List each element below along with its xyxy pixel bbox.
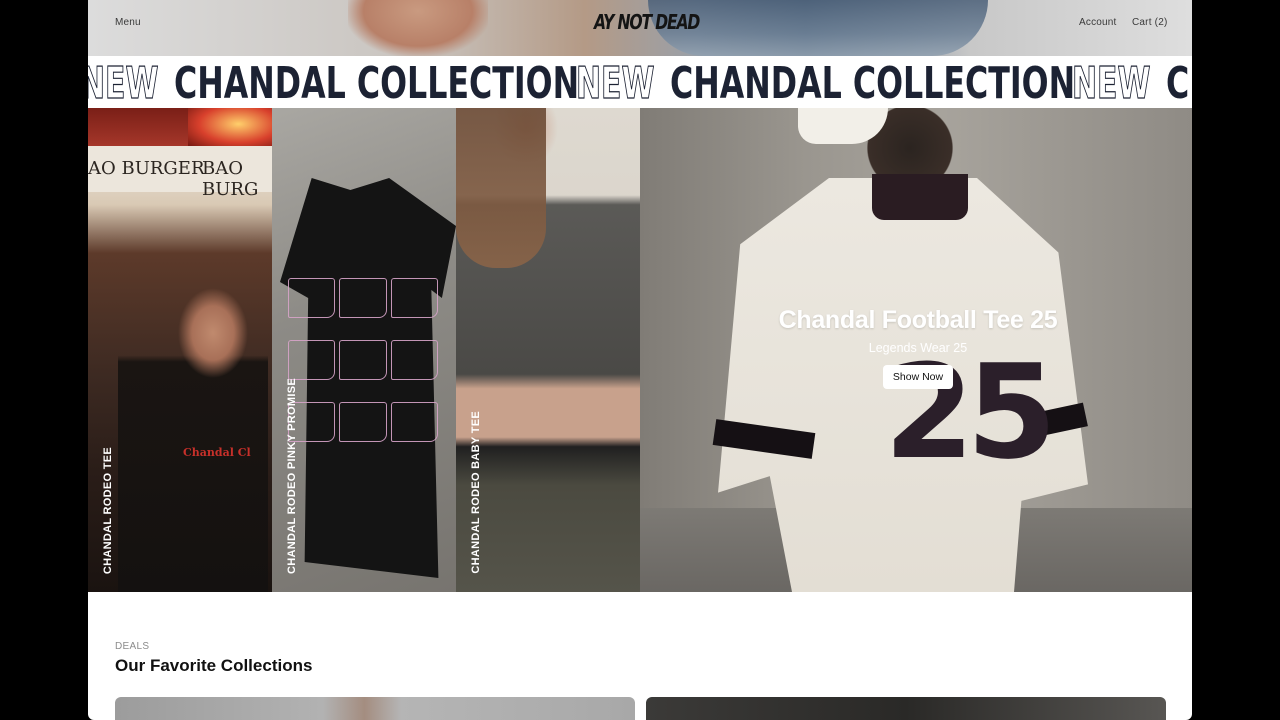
brand-logo[interactable]: AY NOT DEAD xyxy=(594,10,700,34)
marquee-collection-text: CHANDAL COLLECTION xyxy=(670,57,1076,109)
hero-gallery: AO BURGER BAO BURG Chandal Cl CHANDAL RO… xyxy=(88,108,1192,592)
marquee-collection-text: CHANDAL COLLECTION xyxy=(174,57,580,109)
store-page: Menu AY NOT DEAD Account Cart (2) NEW CH… xyxy=(88,0,1192,720)
sign-text: AO BURGER xyxy=(88,158,205,179)
marquee-track: NEW CHANDAL COLLECTION NEW CHANDAL COLLE… xyxy=(88,57,1192,109)
product-label: CHANDAL RODEO TEE xyxy=(102,446,114,574)
model-hair-image xyxy=(456,108,546,268)
marquee-collection-text: CHANDAL COLLECTION xyxy=(1166,57,1192,109)
section-title: Our Favorite Collections xyxy=(115,656,313,675)
sign-text: BAO BURG xyxy=(202,158,259,200)
show-now-button[interactable]: Show Now xyxy=(882,365,954,389)
menu-link[interactable]: Menu xyxy=(115,17,141,28)
site-header: Menu AY NOT DEAD Account Cart (2) xyxy=(88,0,1192,56)
collection-marquee: NEW CHANDAL COLLECTION NEW CHANDAL COLLE… xyxy=(88,56,1192,108)
hero-title: Chandal Football Tee 25 xyxy=(778,306,1058,334)
neon-sign-image xyxy=(188,108,272,148)
hero-subtitle: Legends Wear 25 xyxy=(868,341,968,355)
marquee-new-word: NEW xyxy=(576,57,655,108)
account-link[interactable]: Account xyxy=(1079,17,1117,28)
tee-print-text: Chandal Cl xyxy=(183,446,251,459)
cart-link[interactable]: Cart (2) xyxy=(1132,17,1168,28)
marquee-new-word: NEW xyxy=(88,57,159,108)
jersey-collar-image xyxy=(872,174,968,220)
product-label: CHANDAL RODEO PINKY PROMISE xyxy=(286,378,298,574)
hero-feature-text: Chandal Football Tee 25 Legends Wear 25 … xyxy=(768,306,1068,389)
marquee-new-word: NEW xyxy=(1072,57,1151,108)
product-panel-rodeo-tee[interactable]: AO BURGER BAO BURG Chandal Cl CHANDAL RO… xyxy=(88,108,272,592)
product-panel-pinky-promise[interactable]: CHANDAL RODEO PINKY PROMISE xyxy=(272,108,456,592)
model-image xyxy=(118,263,268,592)
collection-card[interactable] xyxy=(646,697,1166,720)
section-eyebrow: DEALS xyxy=(115,641,150,652)
restaurant-sign-image: AO BURGER BAO BURG xyxy=(88,146,272,200)
header-background-image xyxy=(348,0,488,56)
product-label: CHANDAL RODEO BABY TEE xyxy=(470,411,482,574)
product-panel-baby-tee[interactable]: CHANDAL RODEO BABY TEE xyxy=(456,108,640,592)
collection-card[interactable] xyxy=(115,697,635,720)
boots-print-image xyxy=(288,278,438,458)
